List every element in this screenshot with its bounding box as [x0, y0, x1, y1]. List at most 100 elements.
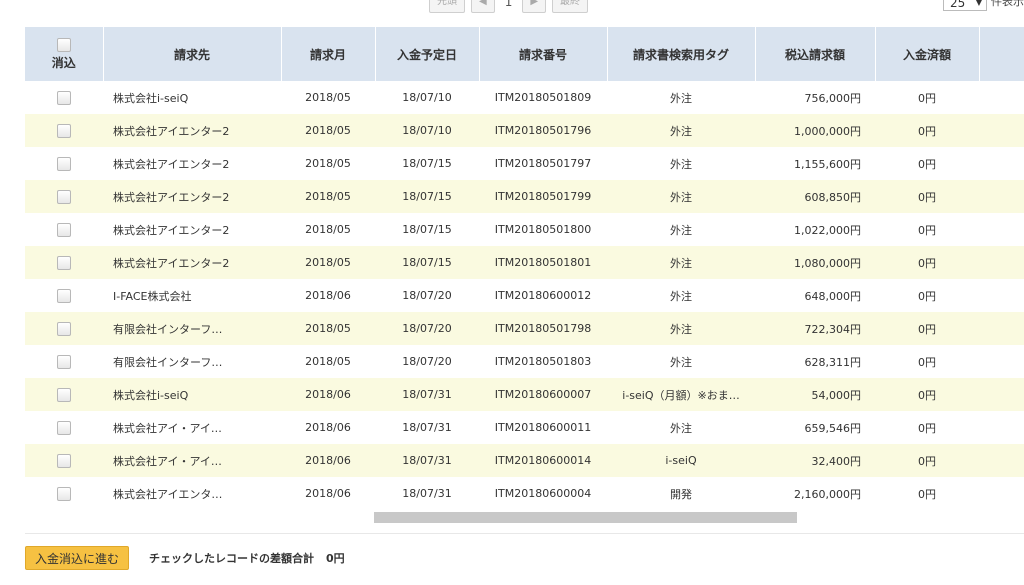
cell-month: 2018/06 — [281, 444, 375, 477]
cell-amount: 659,546円 — [804, 421, 862, 435]
cell-month: 2018/05 — [305, 91, 351, 104]
cell-amount: 628,311円 — [804, 355, 862, 369]
cell-amount: 1,080,000円 — [755, 246, 875, 279]
select-all-checkbox[interactable] — [56, 37, 71, 52]
cell-client: 株式会社アイ・アイ… — [103, 444, 281, 477]
cell-paid: 0円 — [875, 114, 979, 147]
row-checkbox[interactable] — [57, 387, 71, 402]
row-checkbox-cell — [25, 147, 103, 180]
row-checkbox[interactable] — [57, 288, 71, 303]
first-page-button[interactable]: 先頭 — [429, 0, 465, 13]
row-checkbox[interactable] — [57, 420, 71, 435]
header-amount[interactable]: 税込請求額 — [755, 27, 876, 81]
cell-month: 2018/06 — [305, 487, 351, 500]
row-checkbox[interactable] — [57, 189, 71, 204]
next-page-button[interactable]: ▶ — [522, 0, 547, 13]
row-checkbox-cell — [25, 81, 103, 114]
cell-number: ITM20180501797 — [494, 157, 592, 170]
proceed-to-clearing-button[interactable]: 入金消込に進む — [25, 546, 130, 570]
last-page-button[interactable]: 最終 — [552, 0, 589, 13]
header-fee[interactable]: 手数料 — [979, 27, 1024, 81]
row-checkbox[interactable] — [57, 453, 71, 468]
prev-page-button[interactable]: ◀ — [471, 0, 495, 13]
table-row: 株式会社アイエンター2 2018/05 18/07/15 ITM20180501797… — [25, 147, 1024, 180]
row-checkbox-cell — [25, 312, 103, 345]
cell-number: ITM20180501799 — [479, 180, 607, 213]
cell-paid: 0円 — [875, 444, 979, 477]
cell-number: ITM20180600011 — [494, 421, 592, 434]
cell-amount: 1,022,000円 — [794, 223, 861, 237]
row-checkbox-cell — [25, 246, 103, 279]
cell-fee — [979, 279, 1024, 312]
table-body: 株式会社i-seiQ 2018/05 18/07/10 ITM20180501809 外… — [25, 81, 1024, 510]
header-due[interactable]: 入金予定日 — [375, 27, 480, 81]
cell-fee — [979, 345, 1024, 378]
cell-amount: 1,155,600円 — [794, 157, 861, 171]
row-checkbox[interactable] — [57, 354, 71, 369]
table-row: 株式会社アイエンター2 2018/05 18/07/10 ITM20180501796… — [25, 114, 1024, 147]
per-page-select[interactable]: 25 ▼ — [943, 0, 987, 11]
cell-due: 18/07/15 — [402, 157, 452, 170]
cell-number: ITM20180501801 — [479, 246, 607, 279]
cell-amount: 608,850円 — [755, 180, 875, 213]
cell-number: ITM20180600004 — [494, 487, 592, 500]
summary-value: 0円 — [326, 552, 345, 565]
checked-diff-summary: チェックしたレコードの差額合計 0円 — [149, 550, 345, 566]
cell-fee — [979, 180, 1024, 213]
cell-client: 有限会社インターフ… — [113, 355, 223, 369]
cell-number: ITM20180600012 — [494, 289, 592, 302]
table-row: 株式会社アイエンター2 2018/05 18/07/15 ITM20180501799… — [25, 180, 1024, 213]
horizontal-scrollbar[interactable] — [374, 512, 797, 523]
cell-month: 2018/05 — [305, 223, 351, 236]
row-checkbox-cell — [25, 114, 103, 147]
table-row: 株式会社アイエンター2 2018/05 18/07/15 ITM20180501801… — [25, 246, 1024, 279]
header-tag[interactable]: 請求書検索用タグ — [607, 27, 756, 81]
header-month[interactable]: 請求月 — [281, 27, 376, 81]
cell-fee — [979, 444, 1024, 477]
cell-fee — [979, 213, 1024, 246]
cell-number: ITM20180600007 — [479, 378, 607, 411]
cell-due: 18/07/31 — [375, 444, 479, 477]
cell-fee — [979, 81, 1024, 114]
row-checkbox-cell — [25, 444, 103, 477]
header-number[interactable]: 請求番号 — [479, 27, 608, 81]
chevron-down-icon: ▼ — [975, 0, 982, 7]
table-row: 株式会社i-seiQ 2018/05 18/07/10 ITM20180501809 外… — [25, 81, 1024, 114]
row-checkbox-cell — [25, 345, 103, 378]
cell-number: ITM20180501803 — [494, 355, 592, 368]
row-checkbox[interactable] — [57, 255, 71, 270]
cell-client: 株式会社アイエンタ… — [113, 487, 223, 501]
row-checkbox[interactable] — [57, 486, 71, 501]
cell-tag: i-seiQ（月額）※おま… — [607, 378, 755, 411]
invoice-table: 消込 請求先 請求月 入金予定日 請求番号 請求書検索用タグ 税込請求額 入金済… — [25, 27, 1024, 510]
cell-paid: 0円 — [875, 180, 979, 213]
cell-paid: 0円 — [918, 157, 936, 171]
summary-label: チェックしたレコードの差額合計 — [149, 552, 315, 565]
cell-due: 18/07/20 — [402, 355, 452, 368]
header-client[interactable]: 請求先 — [103, 27, 282, 81]
row-checkbox-cell — [25, 279, 103, 312]
cell-month: 2018/05 — [281, 180, 375, 213]
cell-client: 有限会社インターフ… — [103, 312, 281, 345]
cell-tag: 外注 — [607, 246, 755, 279]
row-checkbox[interactable] — [57, 156, 71, 171]
cell-paid: 0円 — [918, 91, 936, 105]
cell-month: 2018/06 — [281, 378, 375, 411]
header-paid[interactable]: 入金済額 — [875, 27, 980, 81]
row-checkbox-cell — [25, 477, 103, 510]
row-checkbox-cell — [25, 378, 103, 411]
cell-month: 2018/06 — [305, 421, 351, 434]
cell-fee — [979, 246, 1024, 279]
table-row: 株式会社i-seiQ 2018/06 18/07/31 ITM20180600007 i… — [25, 378, 1024, 411]
header-clear: 消込 — [25, 27, 104, 81]
row-checkbox[interactable] — [57, 321, 71, 336]
row-checkbox[interactable] — [57, 90, 71, 105]
row-checkbox[interactable] — [57, 222, 71, 237]
cell-paid: 0円 — [918, 421, 936, 435]
table-row: 有限会社インターフ… 2018/05 18/07/20 ITM20180501803 外… — [25, 345, 1024, 378]
cell-fee — [979, 114, 1024, 147]
cell-tag: 開発 — [670, 487, 692, 501]
cell-month: 2018/05 — [281, 114, 375, 147]
cell-amount: 756,000円 — [804, 91, 862, 105]
row-checkbox[interactable] — [57, 123, 71, 138]
